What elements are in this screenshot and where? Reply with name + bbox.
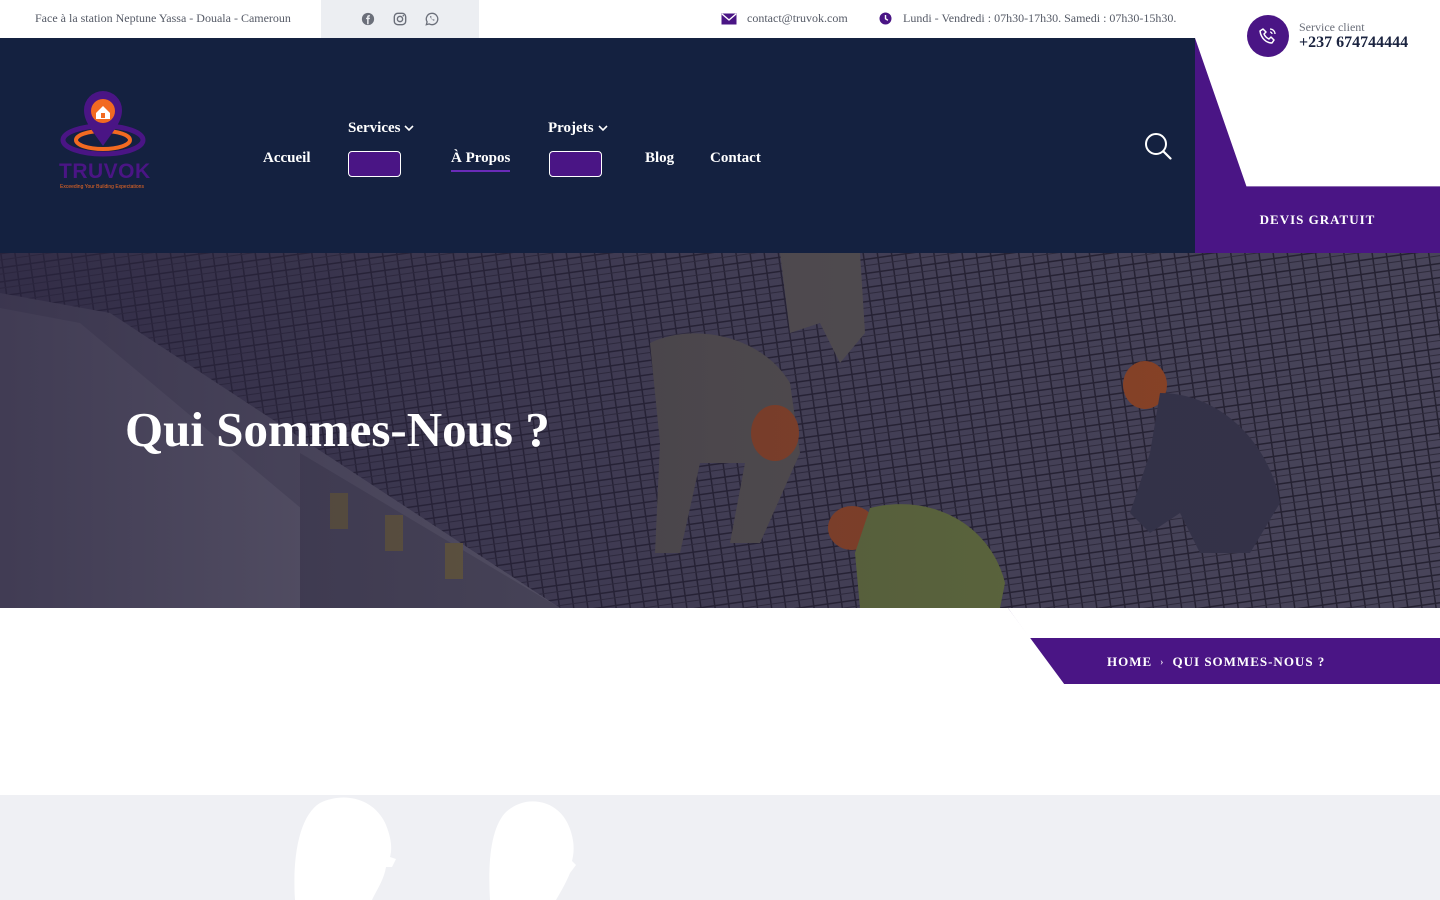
nav-a-propos-label: À Propos [451, 150, 511, 166]
top-bar: Face à la station Neptune Yassa - Douala… [0, 0, 1440, 38]
phone-icon [1247, 15, 1289, 57]
breadcrumb-current: QUI SOMMES-NOUS ? [1172, 654, 1326, 669]
nav-services-label: Services [348, 120, 401, 136]
nav-projets-label: Projets [548, 120, 594, 136]
nav-contact[interactable]: Contact [710, 150, 761, 167]
logo-tagline: Exceeding Your Building Expectations [60, 184, 144, 190]
instagram-icon[interactable] [393, 12, 407, 26]
email-contact[interactable]: contact@truvok.com [721, 11, 848, 26]
mail-icon [721, 12, 737, 25]
breadcrumb-separator: › [1160, 656, 1165, 668]
chevron-down-icon [404, 123, 415, 135]
worker-silhouettes [294, 797, 576, 900]
nav-projets[interactable]: Projets [548, 120, 608, 137]
service-client[interactable]: Service client +237 674744444 [1247, 15, 1408, 57]
whatsapp-icon[interactable] [425, 12, 439, 26]
nav-accueil[interactable]: Accueil [263, 150, 310, 167]
breadcrumb-cutout [1008, 608, 1440, 638]
nav-blog-label: Blog [645, 150, 675, 166]
projets-menu-badge[interactable] [549, 151, 602, 177]
email-text: contact@truvok.com [747, 11, 848, 25]
truvok-logo[interactable]: TRUVOK Exceeding Your Building Expectati… [56, 84, 150, 194]
nav-blog[interactable]: Blog [645, 150, 674, 167]
search-icon[interactable] [1144, 132, 1172, 160]
main-header [0, 38, 1195, 253]
nav-services[interactable]: Services [348, 120, 415, 137]
services-menu-badge[interactable] [348, 151, 401, 177]
address-text: Face à la station Neptune Yassa - Douala… [35, 11, 291, 25]
hours-text: Lundi - Vendredi : 07h30-17h30. Samedi :… [903, 11, 1177, 25]
breadcrumb: HOME › QUI SOMMES-NOUS ? [1107, 654, 1325, 670]
social-links [321, 0, 479, 38]
chevron-down-icon [597, 123, 608, 135]
logo-wordmark: TRUVOK [59, 160, 151, 183]
facebook-icon[interactable] [361, 12, 375, 26]
nav-a-propos[interactable]: À Propos [451, 150, 511, 172]
service-client-number[interactable]: +237 674744444 [1299, 34, 1408, 52]
devis-gratuit-button[interactable]: DEVIS GRATUIT [1195, 187, 1440, 253]
clock-icon [877, 12, 893, 25]
page-title: Qui Sommes-Nous ? [125, 402, 550, 457]
nav-accueil-label: Accueil [263, 150, 311, 166]
breadcrumb-home-link[interactable]: HOME [1107, 654, 1152, 670]
opening-hours: Lundi - Vendredi : 07h30-17h30. Samedi :… [877, 11, 1176, 26]
about-section [0, 795, 1440, 900]
service-client-label: Service client [1299, 20, 1365, 34]
hero-banner: Qui Sommes-Nous ? [0, 253, 1440, 608]
nav-contact-label: Contact [710, 150, 761, 166]
